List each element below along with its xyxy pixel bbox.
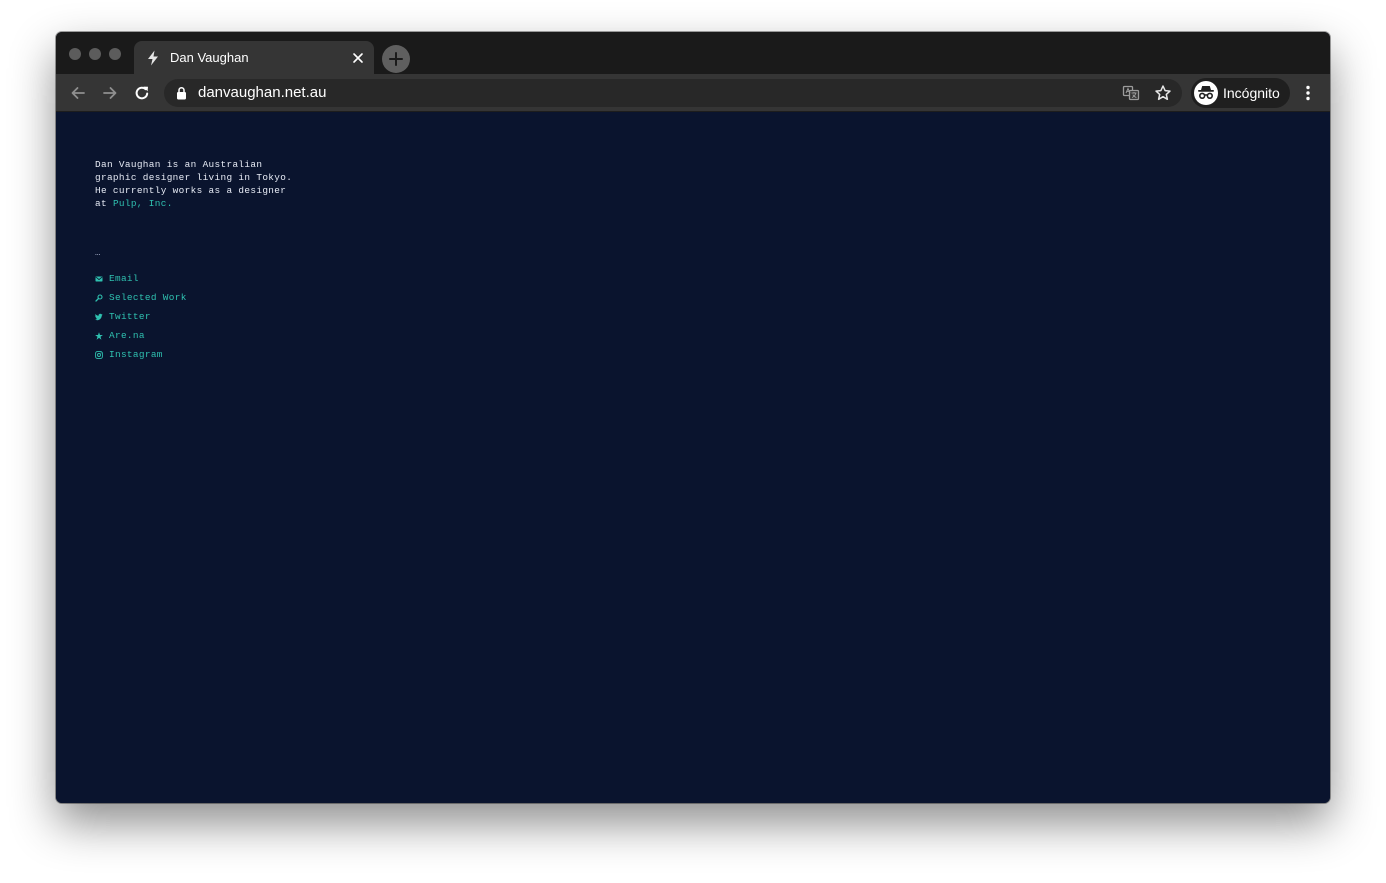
bio-paragraph: Dan Vaughan is an Australian graphic des… bbox=[95, 158, 355, 210]
magnifier-icon bbox=[95, 293, 103, 302]
email-link[interactable]: Email bbox=[95, 269, 187, 288]
bio-line-2: graphic designer living in Tokyo. bbox=[95, 172, 293, 183]
translate-icon[interactable] bbox=[1122, 84, 1140, 102]
envelope-icon bbox=[95, 276, 103, 281]
tab-active[interactable]: Dan Vaughan bbox=[134, 41, 374, 74]
selected-work-link-label: Selected Work bbox=[109, 292, 187, 303]
are-na-link-label: Are.na bbox=[109, 330, 145, 341]
page-viewport: Dan Vaughan is an Australian graphic des… bbox=[56, 112, 1330, 803]
back-arrow-icon[interactable] bbox=[68, 83, 88, 103]
bio-line-1: Dan Vaughan is an Australian bbox=[95, 159, 263, 170]
instagram-link[interactable]: Instagram bbox=[95, 345, 187, 364]
url-text[interactable]: danvaughan.net.au bbox=[198, 84, 326, 102]
close-window-button[interactable] bbox=[69, 48, 81, 60]
plus-icon bbox=[389, 52, 403, 66]
lightning-bolt-icon bbox=[148, 50, 158, 66]
bio-line-3: He currently works as a designer bbox=[95, 185, 287, 196]
are-na-link[interactable]: Are.na bbox=[95, 326, 187, 345]
avatar bbox=[1194, 81, 1218, 105]
reload-icon[interactable] bbox=[132, 83, 152, 103]
email-link-label: Email bbox=[109, 273, 139, 284]
twitter-link[interactable]: Twitter bbox=[95, 307, 187, 326]
separator-ellipsis: … bbox=[95, 248, 101, 258]
tab-strip: Dan Vaughan bbox=[56, 32, 1330, 74]
twitter-bird-icon bbox=[95, 313, 103, 320]
incognito-label: Incógnito bbox=[1223, 85, 1280, 101]
bio-line-4: at Pulp, Inc. bbox=[95, 197, 355, 210]
address-bar[interactable]: danvaughan.net.au bbox=[164, 79, 1182, 107]
minimize-window-button[interactable] bbox=[89, 48, 101, 60]
selected-work-link[interactable]: Selected Work bbox=[95, 288, 187, 307]
new-tab-button[interactable] bbox=[382, 45, 410, 73]
employer-link[interactable]: Pulp, Inc. bbox=[113, 198, 173, 209]
browser-window: Dan Vaughan danvaughan.net.au Incógnito … bbox=[56, 32, 1330, 803]
incognito-profile-button[interactable]: Incógnito bbox=[1191, 78, 1290, 108]
close-icon[interactable] bbox=[351, 51, 365, 65]
incognito-icon bbox=[1198, 86, 1214, 99]
instagram-link-label: Instagram bbox=[109, 349, 163, 360]
tab-title: Dan Vaughan bbox=[170, 50, 249, 65]
lock-icon[interactable] bbox=[176, 86, 187, 100]
instagram-icon bbox=[95, 350, 103, 359]
twitter-link-label: Twitter bbox=[109, 311, 151, 322]
asterisk-icon bbox=[95, 331, 103, 340]
browser-toolbar: danvaughan.net.au Incógnito bbox=[56, 74, 1330, 112]
bookmark-star-icon[interactable] bbox=[1154, 84, 1172, 102]
social-links-list: Email Selected Work Twitter Are.na Insta… bbox=[95, 269, 187, 364]
bio-line-4-prefix: at bbox=[95, 198, 113, 209]
zoom-window-button[interactable] bbox=[109, 48, 121, 60]
more-menu-icon[interactable] bbox=[1300, 83, 1316, 103]
forward-arrow-icon[interactable] bbox=[100, 83, 120, 103]
